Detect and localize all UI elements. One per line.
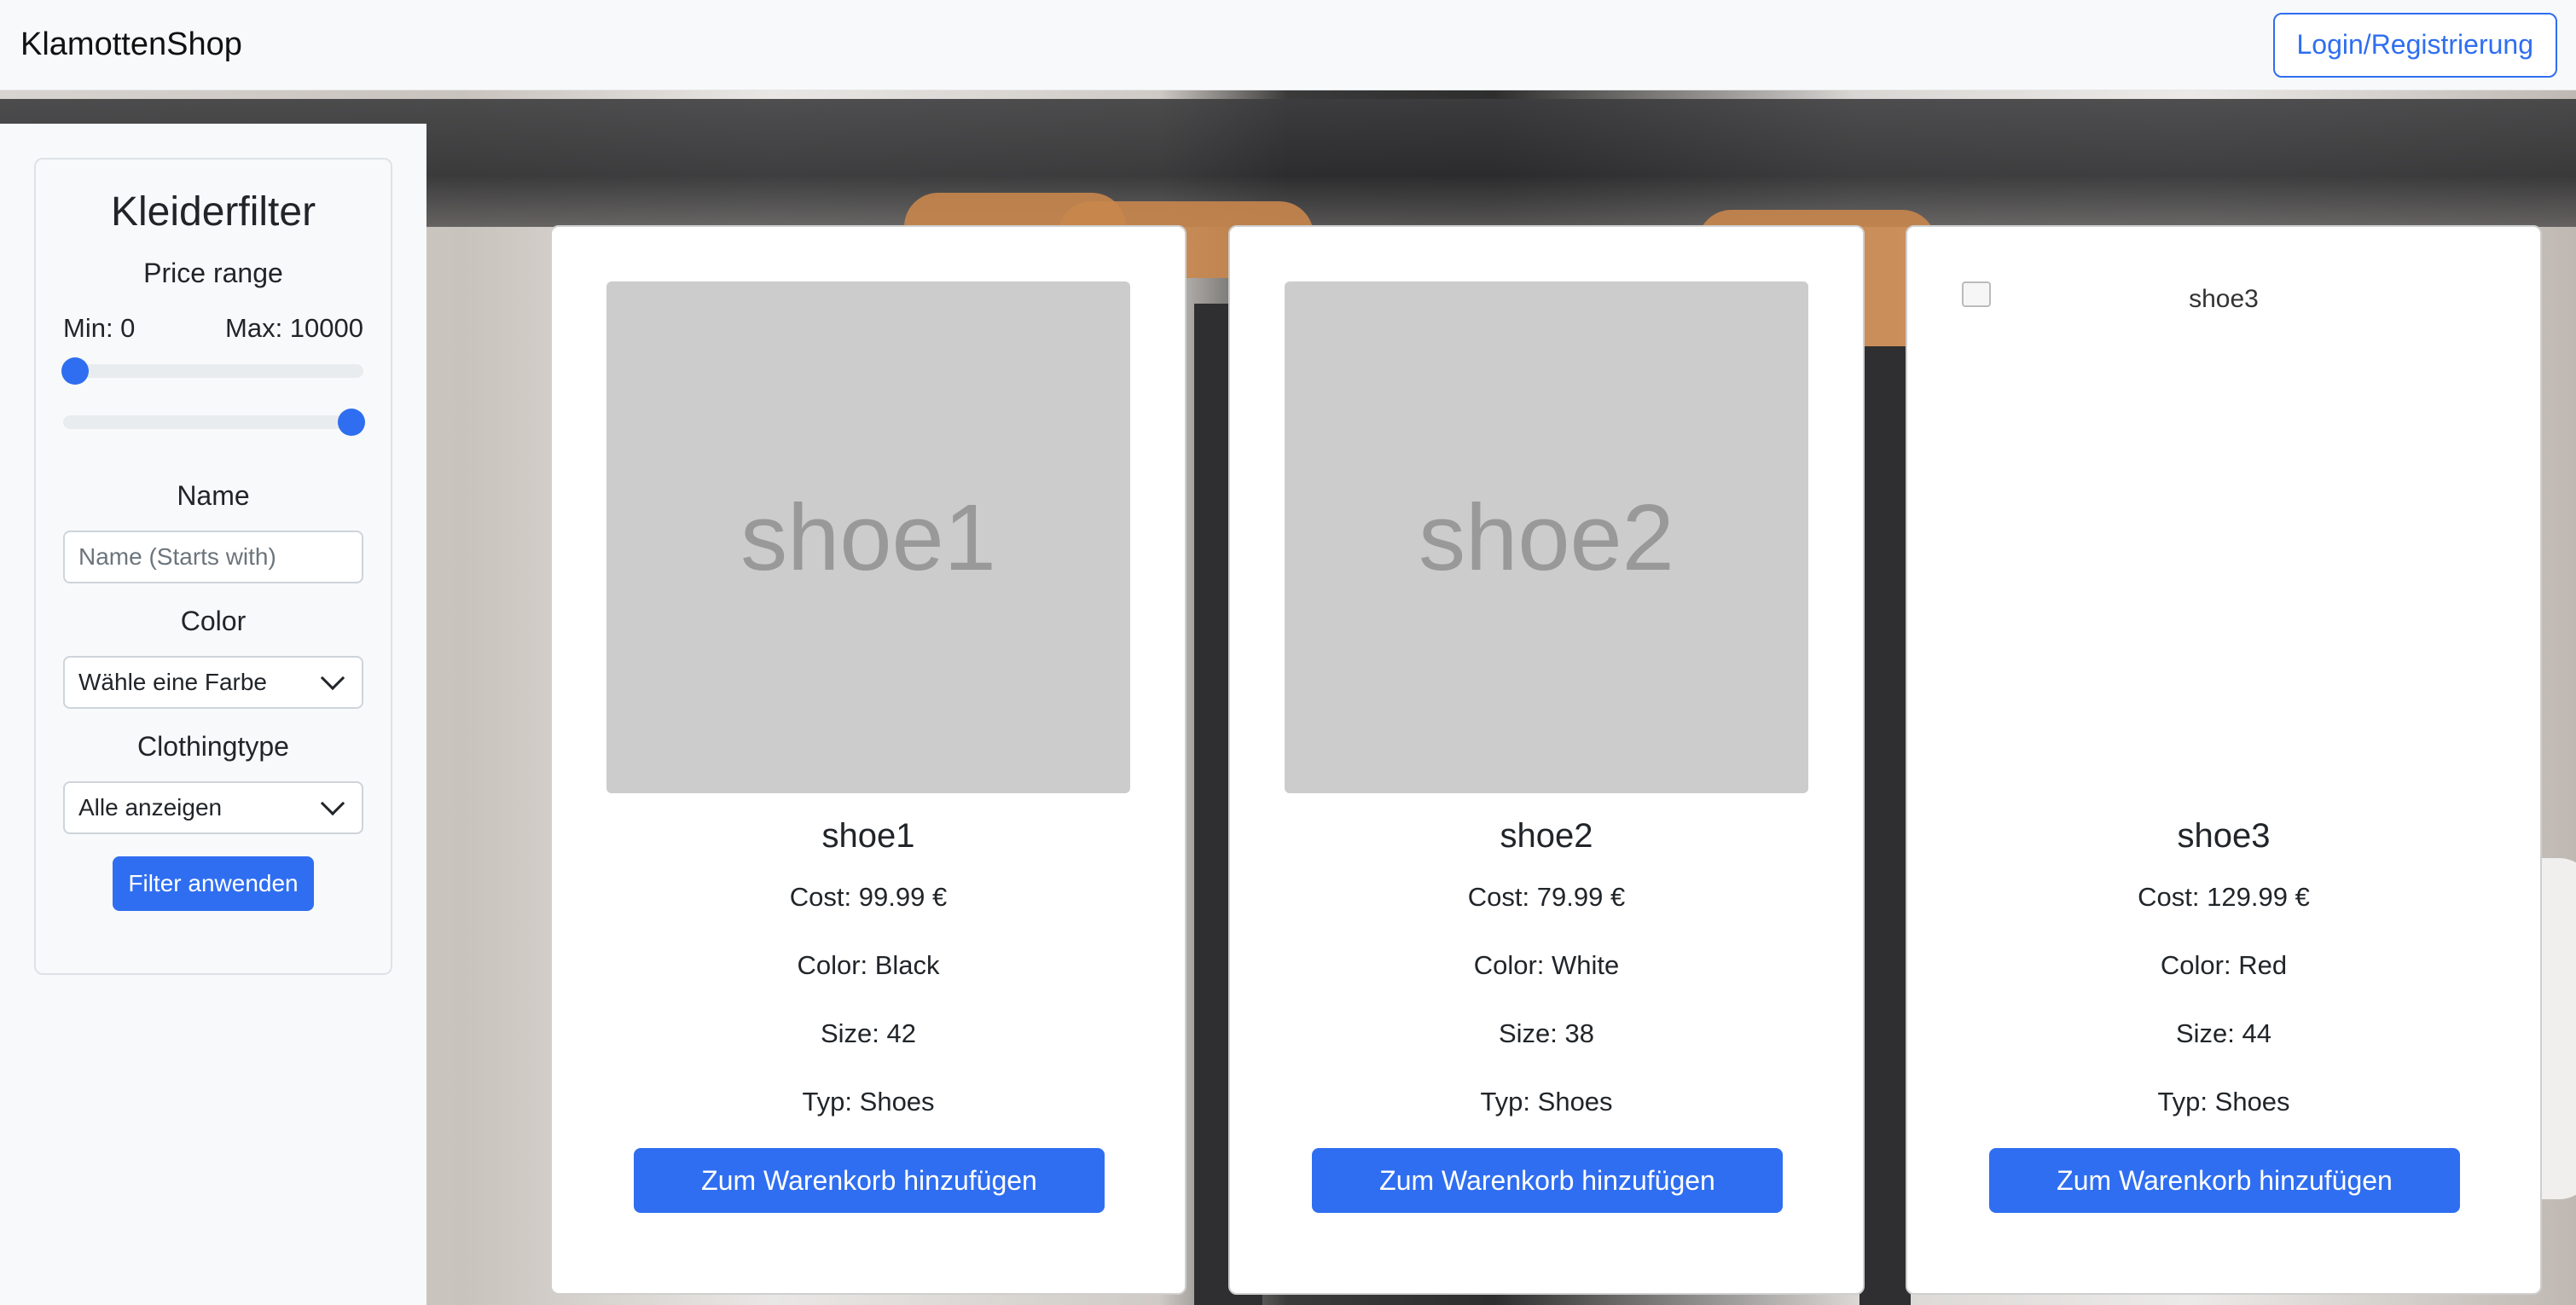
image-alt-text: shoe3 bbox=[2189, 285, 2259, 313]
add-to-cart-button[interactable]: Zum Warenkorb hinzufügen bbox=[634, 1148, 1105, 1213]
clothingtype-select-value: Alle anzeigen bbox=[78, 794, 223, 821]
name-label: Name bbox=[177, 480, 250, 511]
product-size: Size: 44 bbox=[2175, 1018, 2271, 1048]
dark-garment bbox=[1859, 346, 1911, 1305]
login-register-button[interactable]: Login/Registrierung bbox=[2272, 12, 2557, 78]
color-select-value: Wähle eine Farbe bbox=[78, 669, 268, 695]
product-name: shoe2 bbox=[1500, 817, 1593, 855]
price-min-slider[interactable] bbox=[61, 357, 363, 385]
price-range-label: Price range bbox=[143, 258, 283, 288]
color-select[interactable]: Wähle eine Farbe bbox=[63, 656, 363, 709]
product-type: Typ: Shoes bbox=[1480, 1087, 1613, 1116]
product-type: Typ: Shoes bbox=[802, 1087, 935, 1116]
product-card: shoe2 shoe2 Cost: 79.99 € Color: White S… bbox=[1228, 225, 1865, 1295]
price-minmax: Min: 0 Max: 10000 bbox=[63, 313, 363, 344]
chevron-down-icon bbox=[320, 791, 345, 816]
product-cost: Cost: 79.99 € bbox=[1467, 882, 1626, 912]
add-to-cart-button[interactable]: Zum Warenkorb hinzufügen bbox=[1989, 1148, 2460, 1213]
price-max-text: Max: 10000 bbox=[225, 313, 363, 343]
apply-wrap: Filter anwenden bbox=[63, 856, 363, 911]
product-size: Size: 38 bbox=[1498, 1018, 1594, 1048]
product-color: Color: White bbox=[1473, 950, 1620, 980]
filter-card: Kleiderfilter Price range Min: 0 Max: 10… bbox=[34, 158, 392, 975]
product-card: shoe3 shoe3 Cost: 129.99 € Color: Red Si… bbox=[1906, 225, 2542, 1295]
color-label: Color bbox=[180, 606, 247, 636]
product-image-placeholder: shoe2 bbox=[1285, 281, 1808, 793]
price-max-slider[interactable] bbox=[63, 409, 365, 436]
product-card: shoe1 shoe1 Cost: 99.99 € Color: Black S… bbox=[550, 225, 1186, 1295]
add-to-cart-button[interactable]: Zum Warenkorb hinzufügen bbox=[1312, 1148, 1783, 1213]
slider-thumb-min[interactable] bbox=[61, 357, 89, 385]
product-cost: Cost: 99.99 € bbox=[789, 882, 948, 912]
product-image-broken: shoe3 bbox=[1962, 281, 2486, 793]
chevron-down-icon bbox=[320, 665, 345, 691]
product-type: Typ: Shoes bbox=[2157, 1087, 2290, 1116]
navbar: KlamottenShop Login/Registrierung bbox=[0, 0, 2576, 90]
product-name: shoe3 bbox=[2177, 817, 2271, 855]
name-input[interactable] bbox=[63, 531, 363, 583]
sidebar: Kleiderfilter Price range Min: 0 Max: 10… bbox=[0, 124, 426, 1305]
slider-thumb-max[interactable] bbox=[338, 409, 365, 436]
product-color: Color: Black bbox=[797, 950, 940, 980]
product-size: Size: 42 bbox=[820, 1018, 916, 1048]
filter-title: Kleiderfilter bbox=[110, 189, 316, 235]
product-cost: Cost: 129.99 € bbox=[2138, 882, 2310, 912]
apply-filter-button[interactable]: Filter anwenden bbox=[113, 856, 314, 911]
clothingtype-select[interactable]: Alle anzeigen bbox=[63, 781, 363, 834]
clothingtype-label: Clothingtype bbox=[137, 731, 289, 762]
price-min-text: Min: 0 bbox=[63, 313, 136, 343]
product-name: shoe1 bbox=[821, 817, 915, 855]
brand-logo[interactable]: KlamottenShop bbox=[20, 26, 242, 63]
product-image-placeholder: shoe1 bbox=[606, 281, 1130, 793]
product-color: Color: Red bbox=[2160, 950, 2288, 980]
